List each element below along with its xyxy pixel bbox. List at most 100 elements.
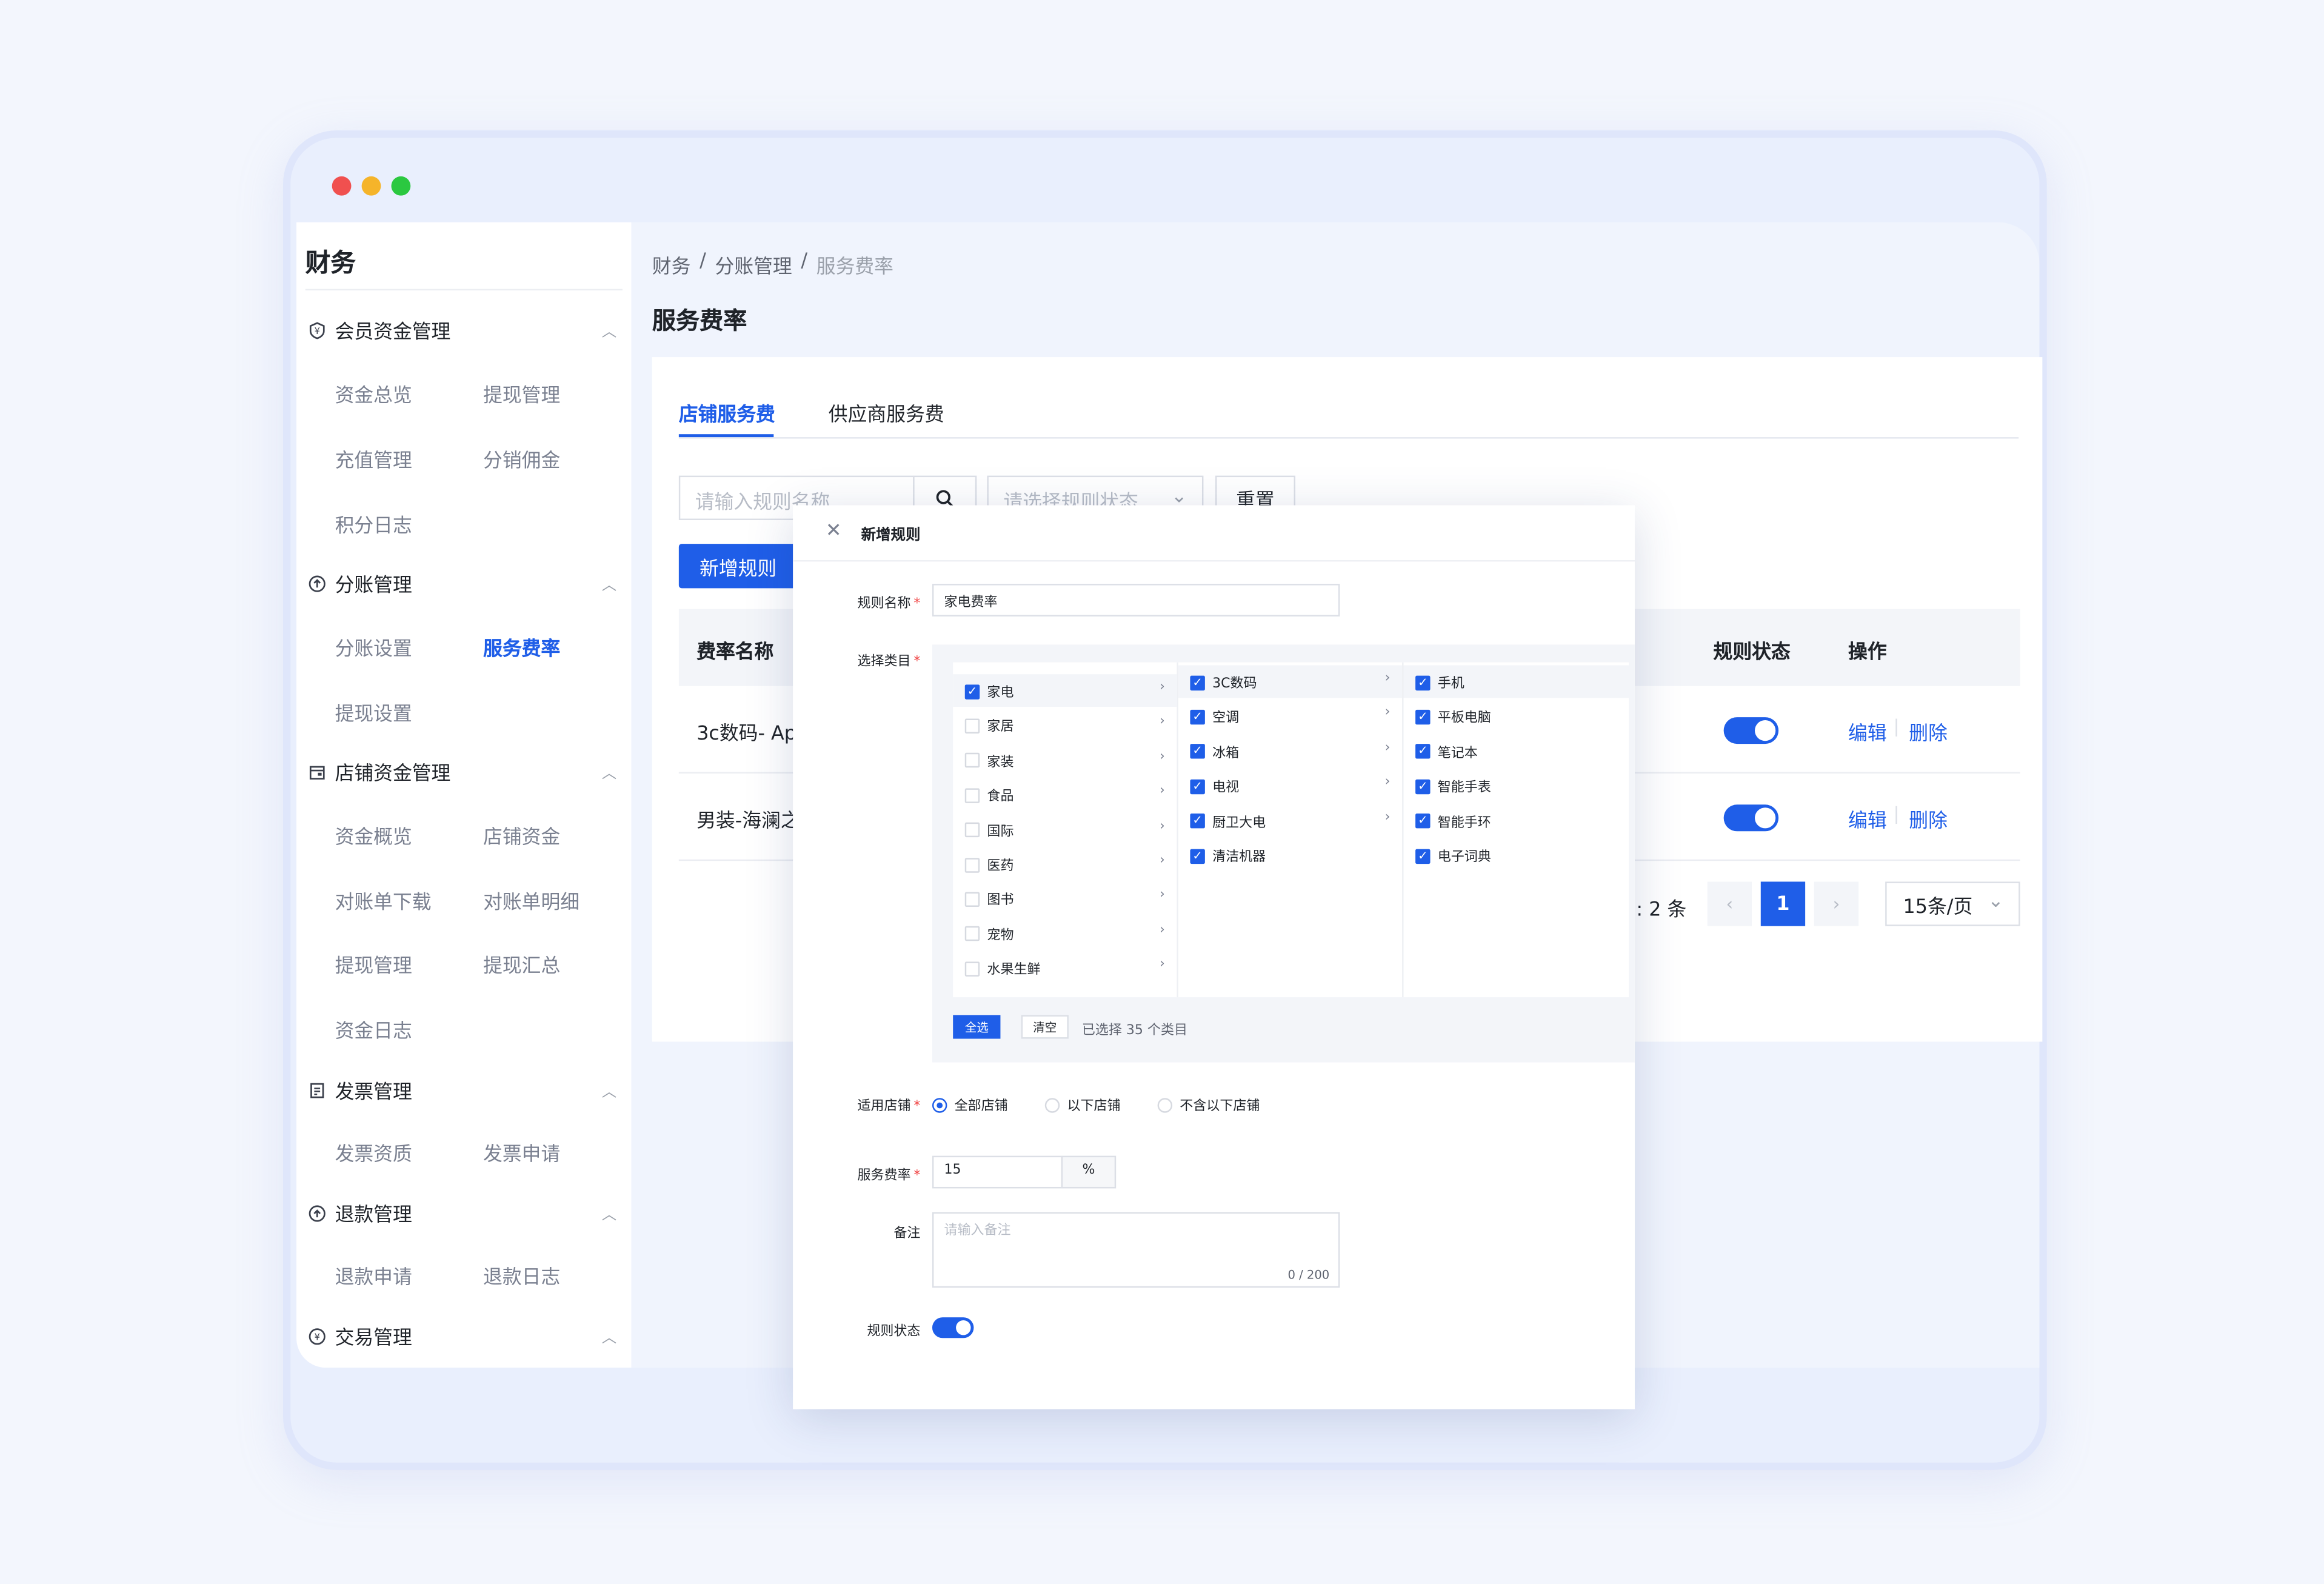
- checkbox-checked-icon[interactable]: ✓: [1415, 709, 1431, 725]
- checkbox-icon[interactable]: [964, 753, 980, 768]
- sidebar-item[interactable]: 退款申请: [335, 1261, 412, 1289]
- edit-link[interactable]: 编辑: [1848, 804, 1887, 833]
- sidebar-item[interactable]: 店铺资金: [483, 821, 560, 849]
- sidebar-item[interactable]: 资金概览: [335, 821, 412, 849]
- rule-name-input[interactable]: 家电费率: [932, 584, 1340, 617]
- category-option[interactable]: 医药: [964, 855, 1013, 874]
- close-window-button[interactable]: [332, 176, 352, 196]
- chevron-up-icon[interactable]: ︿: [602, 572, 616, 594]
- sidebar-item[interactable]: 提现汇总: [483, 950, 560, 978]
- checkbox-checked-icon[interactable]: ✓: [964, 684, 980, 699]
- chevron-up-icon[interactable]: ︿: [602, 319, 616, 341]
- category-option[interactable]: 家居: [964, 717, 1013, 735]
- sidebar-item[interactable]: 提现管理: [335, 950, 412, 978]
- category-option[interactable]: ✓ 冰箱: [1190, 742, 1239, 761]
- sidebar-item[interactable]: 积分日志: [335, 510, 412, 538]
- checkbox-checked-icon[interactable]: ✓: [1190, 848, 1205, 863]
- sidebar-item[interactable]: 分账设置: [335, 633, 412, 661]
- sidebar-item[interactable]: 资金总览: [335, 379, 412, 408]
- checkbox-icon[interactable]: [964, 961, 980, 977]
- checkbox-checked-icon[interactable]: ✓: [1415, 848, 1431, 863]
- delete-link[interactable]: 删除: [1909, 717, 1948, 746]
- status-toggle[interactable]: [1723, 717, 1779, 744]
- sidebar-item[interactable]: 发票资质: [335, 1138, 412, 1166]
- category-option[interactable]: ✓ 家电: [964, 681, 1013, 701]
- category-option[interactable]: ✓ 智能手环: [1415, 812, 1491, 830]
- category-option[interactable]: ✓ 电子词典: [1415, 846, 1491, 866]
- sidebar-item[interactable]: 资金日志: [335, 1015, 412, 1043]
- service-rate-input[interactable]: 15: [932, 1155, 1063, 1189]
- sidebar-item[interactable]: 对账单明细: [483, 886, 579, 915]
- sidebar-item[interactable]: 发票申请: [483, 1138, 560, 1166]
- checkbox-icon[interactable]: [964, 718, 980, 734]
- chevron-up-icon[interactable]: ︿: [602, 1325, 616, 1347]
- close-icon[interactable]: ✕: [826, 520, 842, 543]
- clear-button[interactable]: 清空: [1021, 1015, 1069, 1039]
- checkbox-icon[interactable]: [964, 926, 980, 941]
- category-option[interactable]: ✓ 空调: [1190, 707, 1239, 727]
- tab-supplier-fee[interactable]: 供应商服务费: [829, 399, 944, 427]
- page-1-button[interactable]: 1: [1760, 881, 1806, 926]
- sidebar-group-refund[interactable]: 退款管理: [309, 1199, 412, 1227]
- checkbox-checked-icon[interactable]: ✓: [1190, 744, 1205, 760]
- tab-store-fee[interactable]: 店铺服务费: [679, 399, 775, 427]
- sidebar-group-member-funds[interactable]: ¥ 会员资金管理: [309, 316, 450, 344]
- category-option[interactable]: ✓ 智能手表: [1415, 777, 1491, 796]
- sidebar-item[interactable]: 分销佣金: [483, 444, 560, 473]
- checkbox-checked-icon[interactable]: ✓: [1415, 675, 1431, 690]
- next-page-button[interactable]: ›: [1814, 881, 1859, 926]
- category-option[interactable]: 图书: [964, 890, 1013, 909]
- checkbox-checked-icon[interactable]: ✓: [1415, 778, 1431, 794]
- checkbox-checked-icon[interactable]: ✓: [1190, 709, 1205, 725]
- category-option[interactable]: 宠物: [964, 924, 1013, 944]
- category-option[interactable]: 国际: [964, 820, 1013, 840]
- select-all-button[interactable]: 全选: [953, 1015, 1001, 1039]
- checkbox-checked-icon[interactable]: ✓: [1190, 778, 1205, 794]
- sidebar-item-active[interactable]: 服务费率: [483, 633, 560, 661]
- sidebar-item[interactable]: 提现设置: [335, 698, 412, 726]
- category-option[interactable]: ✓ 笔记本: [1415, 742, 1478, 761]
- delete-link[interactable]: 删除: [1909, 804, 1948, 833]
- checkbox-icon[interactable]: [964, 787, 980, 803]
- checkbox-checked-icon[interactable]: ✓: [1190, 675, 1205, 690]
- add-rule-button[interactable]: 新增规则: [678, 544, 798, 589]
- category-option[interactable]: 家装: [964, 751, 1013, 770]
- sidebar-item[interactable]: 对账单下载: [335, 886, 432, 915]
- page-size-select[interactable]: 15条/页 ⌄: [1885, 881, 2020, 926]
- category-option[interactable]: ✓ 3C数码: [1190, 673, 1257, 692]
- checkbox-icon[interactable]: [964, 892, 980, 907]
- category-option[interactable]: ✓ 清洁机器: [1190, 846, 1266, 866]
- checkbox-checked-icon[interactable]: ✓: [1415, 814, 1431, 829]
- category-option[interactable]: 水果生鲜: [964, 959, 1040, 978]
- edit-link[interactable]: 编辑: [1848, 717, 1887, 746]
- sidebar-item[interactable]: 退款日志: [483, 1261, 560, 1289]
- breadcrumb-item[interactable]: 分账管理: [715, 250, 792, 279]
- chevron-up-icon[interactable]: ︿: [602, 760, 616, 783]
- minimize-window-button[interactable]: [361, 176, 381, 196]
- category-option[interactable]: 食品: [964, 786, 1013, 805]
- store-option-include[interactable]: 以下店铺: [1044, 1095, 1121, 1114]
- breadcrumb-item[interactable]: 财务: [652, 250, 691, 279]
- sidebar-item[interactable]: 充值管理: [335, 444, 412, 473]
- sidebar-item[interactable]: 提现管理: [483, 379, 560, 408]
- prev-page-button[interactable]: ‹: [1707, 881, 1752, 926]
- sidebar-group-store-funds[interactable]: 店铺资金管理: [309, 757, 450, 786]
- sidebar-group-trade[interactable]: ¥ 交易管理: [309, 1322, 412, 1350]
- category-option[interactable]: ✓ 平板电脑: [1415, 707, 1491, 727]
- chevron-up-icon[interactable]: ︿: [602, 1079, 616, 1101]
- remark-textarea[interactable]: 请输入备注 0 / 200: [932, 1212, 1340, 1288]
- chevron-up-icon[interactable]: ︿: [602, 1201, 616, 1224]
- checkbox-icon[interactable]: [964, 857, 980, 872]
- category-option[interactable]: ✓ 手机: [1415, 673, 1464, 692]
- status-toggle[interactable]: [1723, 804, 1779, 832]
- sidebar-group-invoice[interactable]: 发票管理: [309, 1076, 412, 1104]
- maximize-window-button[interactable]: [391, 176, 411, 196]
- store-option-exclude[interactable]: 不含以下店铺: [1157, 1095, 1260, 1114]
- checkbox-checked-icon[interactable]: ✓: [1415, 744, 1431, 760]
- sidebar-group-split[interactable]: 分账管理: [309, 569, 412, 597]
- checkbox-checked-icon[interactable]: ✓: [1190, 814, 1205, 829]
- category-option[interactable]: ✓ 电视: [1190, 777, 1239, 796]
- category-option[interactable]: ✓ 厨卫大电: [1190, 812, 1266, 830]
- checkbox-icon[interactable]: [964, 822, 980, 838]
- store-option-all[interactable]: 全部店铺: [932, 1095, 1008, 1114]
